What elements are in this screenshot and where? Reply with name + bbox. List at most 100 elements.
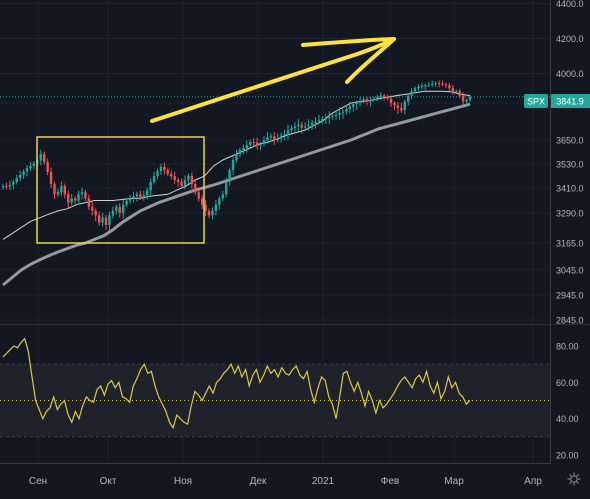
candle-body	[314, 121, 317, 123]
candle-body	[376, 97, 379, 99]
candle-body	[424, 85, 427, 87]
candle-body	[451, 88, 455, 92]
candle-body	[121, 204, 125, 213]
candle-body	[104, 217, 108, 225]
candle-body	[142, 195, 145, 198]
candle-body	[97, 215, 101, 223]
candle-body	[125, 200, 128, 205]
candle-body	[355, 103, 358, 105]
candle-body	[276, 138, 279, 140]
candle-body	[166, 170, 170, 174]
candle-body	[252, 142, 255, 143]
candle-body	[334, 114, 338, 116]
candle-body	[60, 186, 63, 193]
candle-body	[152, 176, 156, 182]
candle-body	[345, 109, 348, 112]
candle-body	[317, 120, 321, 122]
price-tag: 3841.9	[551, 94, 590, 108]
candle-body	[197, 192, 200, 199]
candle-body	[413, 88, 417, 92]
candle-body	[379, 95, 382, 98]
candle-body	[22, 171, 25, 175]
candle-body	[238, 150, 242, 154]
candle-body	[465, 100, 468, 102]
chart-svg: 4400.04200.04000.03800.03650.03530.03410…	[0, 0, 590, 494]
candle-body	[67, 194, 70, 203]
candle-body	[259, 144, 262, 146]
candle-body	[448, 85, 451, 89]
time-tick-label: Фев	[381, 476, 399, 487]
candle-body	[87, 198, 91, 207]
candle-body	[70, 198, 73, 203]
candle-body	[358, 100, 362, 103]
candle-body	[46, 162, 49, 172]
candle-body	[431, 83, 434, 85]
candle-body	[231, 160, 235, 170]
candle-body	[207, 210, 211, 216]
price-tick-label: 3165.0	[556, 239, 584, 249]
time-tick-label: Сен	[29, 476, 47, 487]
candle-body	[235, 154, 238, 160]
rsi-tick-label: 40.00	[556, 414, 579, 424]
candle-body	[180, 182, 183, 186]
candle-body	[273, 136, 276, 140]
candle-body	[420, 86, 424, 88]
candle-body	[242, 148, 245, 150]
candle-body	[170, 174, 173, 176]
candle-body	[115, 206, 118, 211]
candle-body	[262, 140, 266, 144]
candle-body	[365, 99, 369, 102]
candle-body	[49, 172, 53, 184]
candle-body	[393, 103, 396, 106]
candle-body	[15, 178, 18, 182]
candle-body	[444, 84, 448, 86]
symbol-tag: SPX	[524, 94, 548, 108]
candle-body	[266, 137, 269, 141]
candle-body	[146, 190, 149, 196]
candle-body	[468, 96, 472, 101]
price-tick-label: 3290.0	[556, 209, 584, 219]
candle-body	[228, 170, 231, 182]
candle-body	[176, 180, 180, 182]
candle-body	[183, 180, 187, 186]
candle-body	[200, 198, 204, 205]
time-tick-label: 2021	[312, 476, 335, 487]
candle-body	[63, 186, 67, 195]
candle-body	[362, 99, 365, 101]
candle-body	[108, 215, 111, 225]
candle-body	[91, 206, 94, 211]
symbol-tag-label: SPX	[527, 97, 545, 107]
candle-body	[118, 206, 121, 213]
candle-body	[18, 175, 22, 178]
candle-body	[417, 86, 420, 89]
candle-body	[1, 186, 5, 188]
candle-body	[56, 192, 60, 195]
candle-body	[128, 198, 132, 201]
candle-body	[214, 204, 218, 211]
candle-body	[297, 124, 300, 127]
candle-body	[156, 171, 159, 176]
candle-body	[286, 130, 290, 134]
price-tick-label: 2945.0	[556, 291, 584, 301]
candle-body	[221, 194, 224, 199]
candle-body	[328, 116, 331, 118]
time-tick-label: Окт	[100, 476, 117, 487]
candle-body	[39, 154, 42, 161]
candle-body	[352, 104, 355, 107]
time-tick-label: Ноя	[174, 476, 192, 487]
candle-body	[427, 84, 430, 86]
candle-body	[139, 194, 142, 198]
candle-body	[341, 111, 345, 113]
candle-body	[321, 119, 324, 121]
candle-body	[396, 105, 400, 108]
price-tick-label: 3530.0	[556, 160, 584, 170]
rsi-tick-label: 20.00	[556, 451, 579, 461]
price-tag-label: 3841.9	[556, 97, 584, 107]
candle-body	[331, 115, 334, 117]
candle-body	[389, 98, 393, 103]
candle-body	[458, 91, 461, 96]
candle-body	[211, 210, 214, 216]
candle-body	[269, 136, 273, 138]
candle-body	[434, 83, 437, 85]
candle-body	[84, 192, 87, 199]
